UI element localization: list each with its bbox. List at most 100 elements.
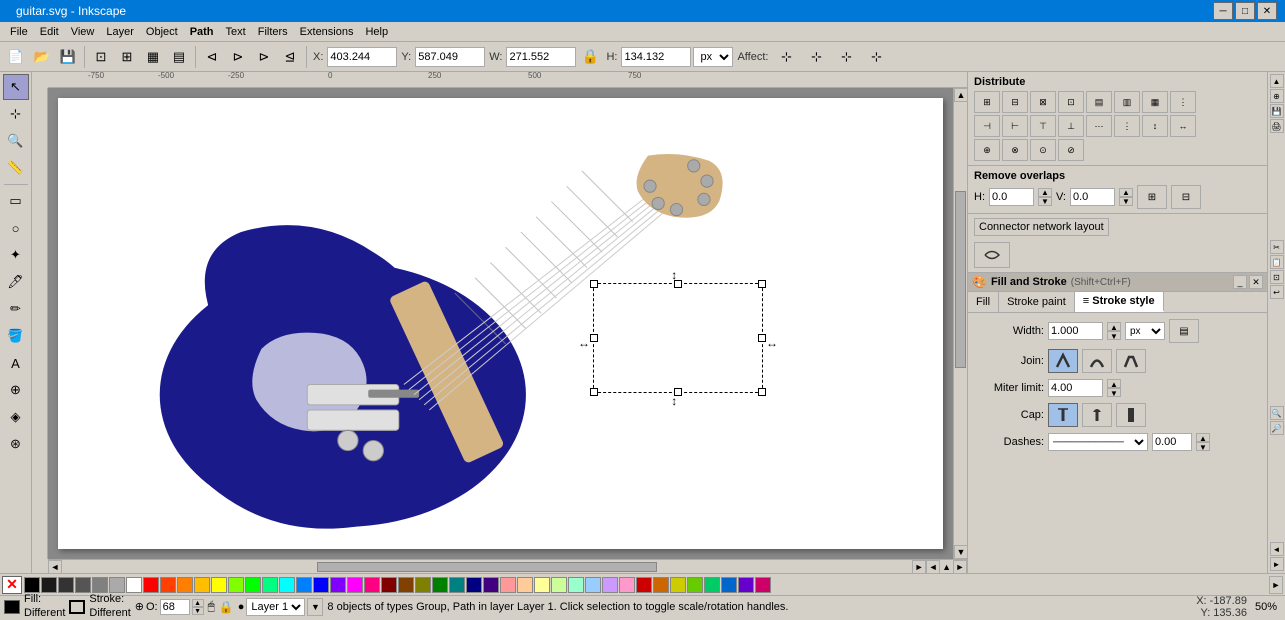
- text-tool[interactable]: A: [3, 350, 29, 376]
- menu-object[interactable]: Object: [140, 24, 184, 40]
- close-button[interactable]: ✕: [1257, 2, 1277, 20]
- spray-tool[interactable]: ⊛: [3, 431, 29, 457]
- color-teal[interactable]: [449, 577, 465, 593]
- page-next[interactable]: ►: [953, 560, 967, 574]
- color-light-orange[interactable]: [517, 577, 533, 593]
- width-unit[interactable]: px mm: [1125, 322, 1165, 340]
- overlap-h-down[interactable]: ▼: [1038, 197, 1052, 206]
- width-input[interactable]: [1048, 322, 1103, 340]
- color-gray1[interactable]: [75, 577, 91, 593]
- menu-view[interactable]: View: [65, 24, 101, 40]
- color-mint[interactable]: [568, 577, 584, 593]
- align-center-button[interactable]: ⊳: [226, 45, 250, 69]
- fill-tool[interactable]: 🪣: [3, 323, 29, 349]
- color-dark-red[interactable]: [381, 577, 397, 593]
- zoom-tool[interactable]: 🔍: [3, 128, 29, 154]
- dist-btn-11[interactable]: ⊤: [1030, 115, 1056, 137]
- color-dark-yellow[interactable]: [670, 577, 686, 593]
- menu-path[interactable]: Path: [184, 24, 220, 40]
- vscroll-down[interactable]: ▼: [954, 545, 967, 559]
- color-pink[interactable]: [364, 577, 380, 593]
- hscroll-right[interactable]: ►: [912, 560, 926, 574]
- dist-btn-20[interactable]: ⊘: [1058, 139, 1084, 161]
- color-dark-green[interactable]: [432, 577, 448, 593]
- h-input[interactable]: [621, 47, 691, 67]
- affect-btn4[interactable]: ⊹: [862, 45, 890, 69]
- zoom-fit-button[interactable]: ⊡: [89, 45, 113, 69]
- color-orange-red[interactable]: [160, 577, 176, 593]
- width-btn[interactable]: ▤: [1169, 319, 1199, 343]
- tab-fill[interactable]: Fill: [968, 292, 999, 312]
- overlap-v-up[interactable]: ▲: [1119, 188, 1133, 197]
- fs-close[interactable]: ✕: [1249, 275, 1263, 289]
- node-tool[interactable]: ⊹: [3, 101, 29, 127]
- y-input[interactable]: [415, 47, 485, 67]
- remove-overlaps-btn1[interactable]: ⊞: [1137, 185, 1167, 209]
- dist-btn-5[interactable]: ▤: [1086, 91, 1112, 113]
- color-yellow-green[interactable]: [228, 577, 244, 593]
- color-magenta[interactable]: [347, 577, 363, 593]
- fr-btn9[interactable]: 🔍: [1270, 406, 1284, 420]
- dist-btn-8[interactable]: ⋮: [1170, 91, 1196, 113]
- fs-collapse[interactable]: _: [1233, 275, 1247, 289]
- dashes-up[interactable]: ▲: [1196, 433, 1210, 442]
- menu-text[interactable]: Text: [220, 24, 252, 40]
- x-input[interactable]: [327, 47, 397, 67]
- fr-btn12[interactable]: ►: [1270, 557, 1284, 571]
- align-top-button[interactable]: ⊴: [278, 45, 302, 69]
- width-up[interactable]: ▲: [1107, 322, 1121, 331]
- dist-btn-16[interactable]: ↔: [1170, 115, 1196, 137]
- canvas[interactable]: ↔ ↔ ↕ ↕: [48, 88, 953, 559]
- miter-input[interactable]: [1048, 379, 1103, 397]
- join-bevel[interactable]: [1116, 349, 1146, 373]
- color-crimson[interactable]: [636, 577, 652, 593]
- opacity-input[interactable]: [160, 599, 190, 615]
- opacity-up[interactable]: ▲: [192, 599, 204, 607]
- color-indigo[interactable]: [738, 577, 754, 593]
- ellipse-tool[interactable]: ○: [3, 215, 29, 241]
- color-cyan[interactable]: [279, 577, 295, 593]
- color-light-blue[interactable]: [585, 577, 601, 593]
- pencil-tool[interactable]: ✏: [3, 296, 29, 322]
- dashes-select[interactable]: ────────── - - - - - - · · · · · ·: [1048, 433, 1148, 451]
- unit-select[interactable]: px mm cm in: [693, 47, 733, 67]
- color-white[interactable]: [126, 577, 142, 593]
- color-light-pink[interactable]: [500, 577, 516, 593]
- cap-round[interactable]: [1082, 403, 1112, 427]
- color-lightgray[interactable]: [109, 577, 125, 593]
- miter-up[interactable]: ▲: [1107, 379, 1121, 388]
- vscroll-thumb[interactable]: [955, 191, 966, 368]
- fr-btn5[interactable]: ✂: [1270, 240, 1284, 254]
- rect-tool[interactable]: ▭: [3, 188, 29, 214]
- star-tool[interactable]: ✦: [3, 242, 29, 268]
- dist-btn-13[interactable]: ⋯: [1086, 115, 1112, 137]
- overlap-v-input[interactable]: [1070, 188, 1115, 206]
- zoom-page-button[interactable]: ▦: [141, 45, 165, 69]
- dist-btn-14[interactable]: ⋮: [1114, 115, 1140, 137]
- color-green[interactable]: [245, 577, 261, 593]
- dist-btn-18[interactable]: ⊗: [1002, 139, 1028, 161]
- new-button[interactable]: 📄: [4, 45, 28, 69]
- color-gray2[interactable]: [92, 577, 108, 593]
- hscroll-thumb[interactable]: [317, 562, 657, 572]
- maximize-button[interactable]: □: [1235, 2, 1255, 20]
- zoom-drawing-button[interactable]: ⊞: [115, 45, 139, 69]
- dist-btn-10[interactable]: ⊢: [1002, 115, 1028, 137]
- cap-square[interactable]: [1116, 403, 1146, 427]
- overlap-h-input[interactable]: [989, 188, 1034, 206]
- tab-stroke-paint[interactable]: Stroke paint: [999, 292, 1075, 312]
- color-navy[interactable]: [466, 577, 482, 593]
- dist-btn-1[interactable]: ⊞: [974, 91, 1000, 113]
- color-purple[interactable]: [483, 577, 499, 593]
- color-yellow-orange[interactable]: [194, 577, 210, 593]
- w-input[interactable]: [506, 47, 576, 67]
- dist-btn-7[interactable]: ▦: [1142, 91, 1168, 113]
- affect-btn2[interactable]: ⊹: [802, 45, 830, 69]
- color-hot-pink[interactable]: [755, 577, 771, 593]
- color-yellow[interactable]: [211, 577, 227, 593]
- menu-layer[interactable]: Layer: [100, 24, 140, 40]
- layer-select[interactable]: Layer 1: [246, 598, 305, 616]
- gradient-tool[interactable]: ◈: [3, 404, 29, 430]
- color-light-green[interactable]: [551, 577, 567, 593]
- color-violet[interactable]: [330, 577, 346, 593]
